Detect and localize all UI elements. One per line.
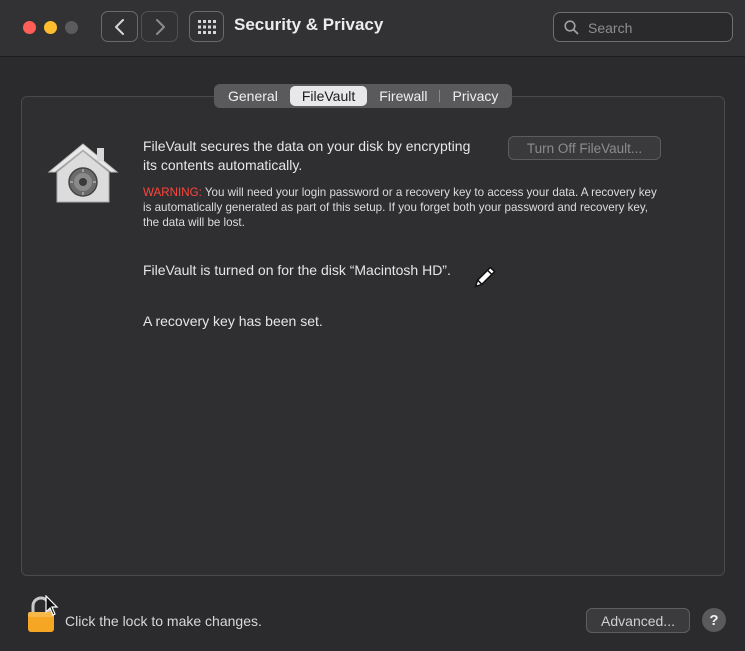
lock-label: Click the lock to make changes. xyxy=(65,613,262,629)
search-field[interactable] xyxy=(553,12,733,42)
grid-icon xyxy=(197,19,216,34)
title-bar: Security & Privacy xyxy=(0,0,745,57)
zoom-button[interactable] xyxy=(65,21,78,34)
search-icon xyxy=(564,20,579,35)
warning-message: WARNING: You will need your login passwo… xyxy=(143,185,663,230)
warning-label: WARNING: xyxy=(143,186,202,199)
pointer-cursor-icon xyxy=(45,595,59,616)
tab-filevault[interactable]: FileVault xyxy=(289,86,368,106)
back-chevron-icon xyxy=(114,18,124,35)
turn-off-filevault-button[interactable]: Turn Off FileVault... xyxy=(508,136,661,160)
recovery-key-status: A recovery key has been set. xyxy=(143,313,323,329)
window-title: Security & Privacy xyxy=(234,15,384,34)
tab-general[interactable]: General xyxy=(216,86,290,106)
close-button[interactable] xyxy=(23,21,36,34)
tab-firewall[interactable]: Firewall xyxy=(367,86,439,106)
forward-chevron-icon xyxy=(155,18,165,35)
minimize-button[interactable] xyxy=(44,21,57,34)
search-input[interactable] xyxy=(586,17,730,39)
back-button[interactable] xyxy=(101,11,138,42)
help-button[interactable]: ? xyxy=(702,608,726,632)
forward-button[interactable] xyxy=(141,11,178,42)
show-all-button[interactable] xyxy=(189,11,224,42)
warning-text: You will need your login password or a r… xyxy=(143,186,657,229)
advanced-button[interactable]: Advanced... xyxy=(586,608,690,633)
tab-privacy[interactable]: Privacy xyxy=(440,86,510,106)
filevault-disk-status: FileVault is turned on for the disk “Mac… xyxy=(143,262,451,278)
pencil-cursor-icon xyxy=(474,266,496,288)
tab-bar: General FileVault Firewall Privacy xyxy=(214,84,513,108)
filevault-house-icon xyxy=(47,143,119,203)
filevault-description: FileVault secures the data on your disk … xyxy=(143,138,471,173)
